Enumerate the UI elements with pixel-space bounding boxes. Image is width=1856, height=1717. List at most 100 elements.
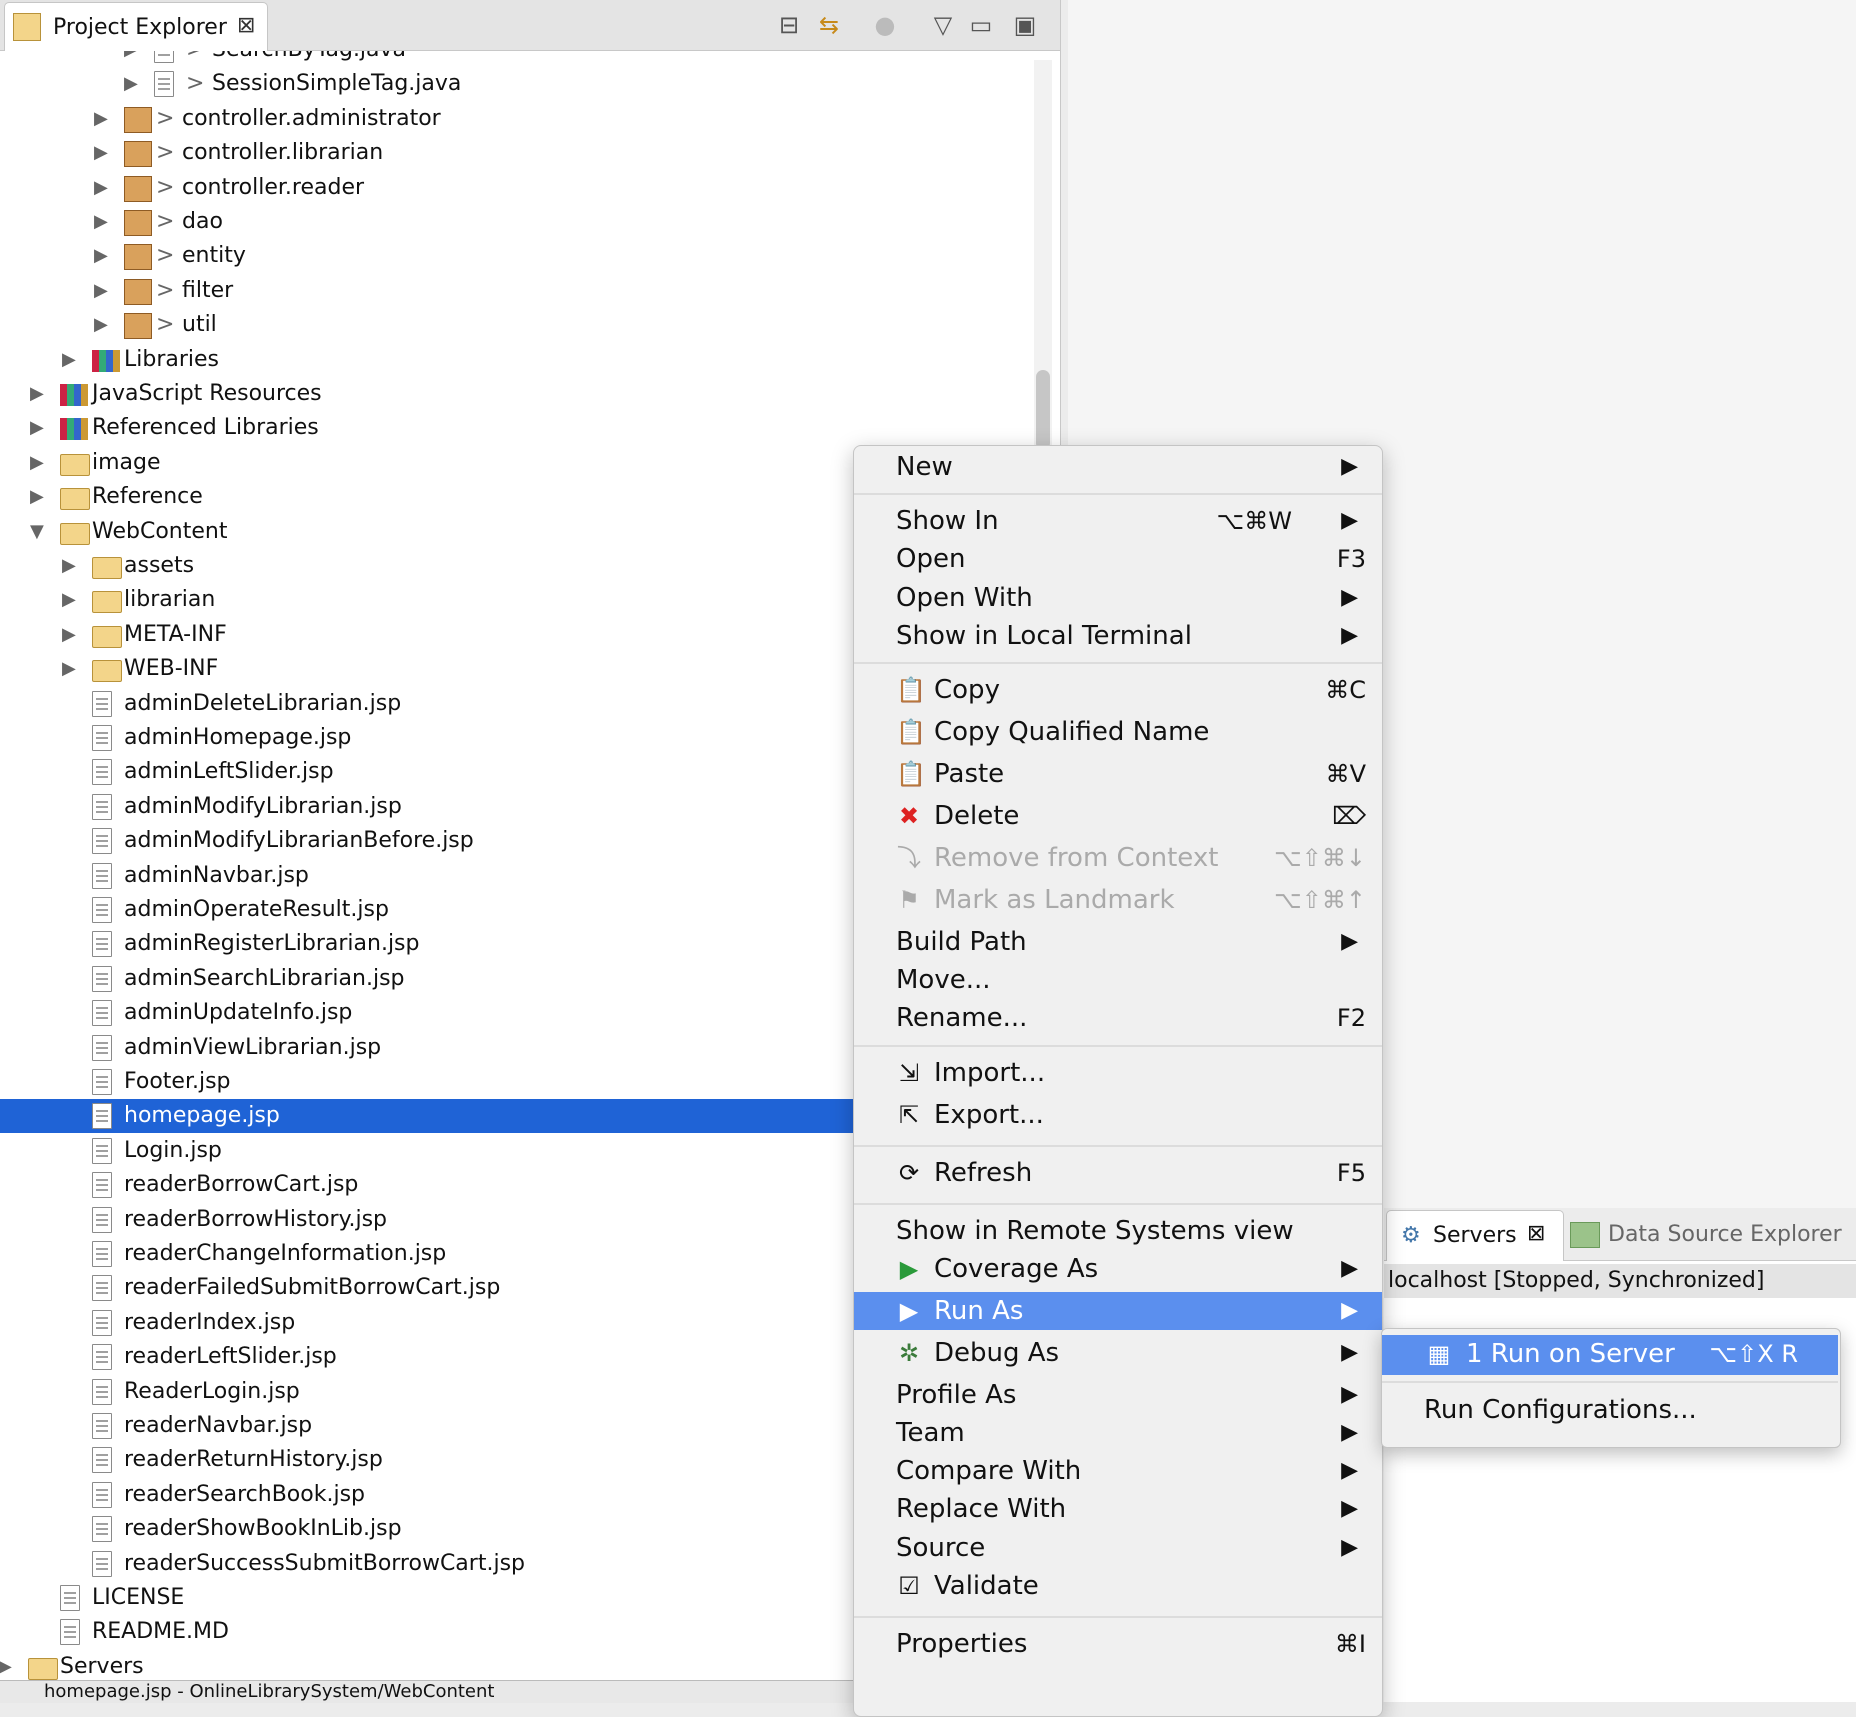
menu-item-show-in-local-terminal[interactable]: Show in Local Terminal ▶	[854, 617, 1382, 655]
debug-icon: ✲	[898, 1338, 920, 1367]
menu-item-label: Source	[896, 1532, 986, 1563]
folder-icon	[28, 1657, 58, 1680]
menu-item-import[interactable]: ⇲ Import...	[854, 1054, 1382, 1092]
menu-item-show-in-remote-systems-view[interactable]: Show in Remote Systems view	[854, 1212, 1382, 1250]
tree-item[interactable]: ▶ > SearchByTag.java	[0, 51, 1040, 67]
tree-item[interactable]: ▶ Libraries	[0, 343, 1040, 377]
expand-arrow-right-icon[interactable]: ▶	[30, 377, 50, 411]
expand-arrow-right-icon[interactable]: ▶	[94, 136, 114, 170]
menu-item-team[interactable]: Team ▶	[854, 1414, 1382, 1452]
menu-item-coverage-as[interactable]: ▶ Coverage As ▶	[854, 1250, 1382, 1288]
menu-separator	[854, 1044, 1382, 1047]
tree-item[interactable]: ▶ JavaScript Resources	[0, 377, 1040, 411]
filter-icon[interactable]: ●	[870, 10, 900, 40]
lib-icon	[92, 349, 120, 372]
decorator-prefix: >	[156, 243, 175, 269]
expand-arrow-right-icon[interactable]: ▶	[0, 1650, 18, 1681]
close-icon[interactable]: ⊠	[1527, 1221, 1545, 1246]
tree-item[interactable]: ▶ > util	[0, 308, 1040, 342]
tree-item[interactable]: ▶ > SessionSimpleTag.java	[0, 67, 1040, 101]
tree-item[interactable]: ▶ > filter	[0, 274, 1040, 308]
decorator-prefix: >	[156, 174, 175, 200]
expand-arrow-right-icon[interactable]: ▶	[30, 480, 50, 514]
expand-arrow-right-icon[interactable]: ▶	[62, 343, 82, 377]
tree-item-label: META-INF	[124, 621, 227, 647]
expand-arrow-right-icon[interactable]: ▶	[94, 239, 114, 273]
menu-item-run-as[interactable]: ▶ Run As ▶	[854, 1291, 1382, 1330]
menu-item-delete[interactable]: ✖ Delete ⌦	[854, 797, 1382, 835]
scrollbar-thumb[interactable]	[1036, 370, 1050, 450]
menu-item-move[interactable]: Move...	[854, 961, 1382, 999]
minimize-icon[interactable]: ▭	[966, 10, 996, 40]
expand-arrow-right-icon[interactable]: ▶	[94, 205, 114, 239]
tree-item[interactable]: ▶ > entity	[0, 239, 1040, 273]
view-menu-icon[interactable]: ▽	[928, 10, 958, 40]
context-menu: New ▶ Show In ⌥⌘W ▶ Open F3 Open With ▶ Show in L…	[853, 445, 1383, 1717]
menu-item-compare-with[interactable]: Compare With ▶	[854, 1452, 1382, 1490]
submenu-item-1-run-on-server[interactable]: ▦ 1 Run on Server ⌥⇧X R	[1382, 1335, 1838, 1375]
tree-item[interactable]: ▶ > controller.reader	[0, 171, 1040, 205]
expand-arrow-right-icon[interactable]: ▶	[94, 171, 114, 205]
servers-tab[interactable]: ⚙ Servers ⊠	[1386, 1210, 1564, 1261]
data-source-explorer-tab[interactable]: Data Source Explorer	[1566, 1214, 1856, 1260]
tree-item-label: Reference	[92, 484, 203, 510]
expand-arrow-right-icon[interactable]: ▶	[30, 446, 50, 480]
expand-arrow-right-icon[interactable]: ▶	[124, 51, 144, 67]
menu-item-validate[interactable]: ☑ Validate	[854, 1567, 1382, 1605]
menu-item-label: Rename...	[896, 1003, 1028, 1034]
menu-item-properties[interactable]: Properties ⌘I	[854, 1625, 1382, 1663]
link-with-editor-icon[interactable]: ⇆	[814, 10, 844, 40]
file-icon	[92, 1344, 112, 1371]
menu-item-shortcut: F3	[1336, 545, 1366, 574]
menu-item-copy-qualified-name[interactable]: 📋 Copy Qualified Name	[854, 713, 1382, 751]
maximize-icon[interactable]: ▣	[1010, 10, 1040, 40]
submenu-item-shortcut: ⌥⇧X R	[1709, 1340, 1798, 1368]
tree-item-label: adminUpdateInfo.jsp	[124, 1000, 353, 1026]
menu-item-show-in[interactable]: Show In ⌥⌘W ▶	[854, 502, 1382, 540]
menu-item-label: Open	[896, 544, 966, 575]
menu-item-build-path[interactable]: Build Path ▶	[854, 923, 1382, 961]
expand-arrow-right-icon[interactable]: ▶	[62, 652, 82, 686]
menu-item-label: Mark as Landmark	[934, 885, 1175, 915]
menu-item-debug-as[interactable]: ✲ Debug As ▶	[854, 1334, 1382, 1372]
server-row[interactable]: localhost [Stopped, Synchronized]	[1384, 1264, 1856, 1298]
menu-item-refresh[interactable]: ⟳ Refresh F5	[854, 1154, 1382, 1192]
tree-item-label: readerLeftSlider.jsp	[124, 1344, 337, 1370]
expand-arrow-right-icon[interactable]: ▶	[124, 67, 144, 101]
project-explorer-tab[interactable]: Project Explorer ⊠	[4, 2, 268, 51]
menu-item-open-with[interactable]: Open With ▶	[854, 579, 1382, 617]
menu-item-paste[interactable]: 📋 Paste ⌘V	[854, 755, 1382, 793]
expand-arrow-right-icon[interactable]: ▶	[94, 102, 114, 136]
close-icon[interactable]: ⊠	[237, 13, 255, 38]
menu-item-source[interactable]: Source ▶	[854, 1529, 1382, 1567]
expand-arrow-right-icon[interactable]: ▶	[30, 411, 50, 445]
expand-arrow-right-icon[interactable]: ▶	[94, 308, 114, 342]
menu-item-replace-with[interactable]: Replace With ▶	[854, 1490, 1382, 1528]
expand-arrow-right-icon[interactable]: ▶	[62, 618, 82, 652]
submenu-arrow-icon: ▶	[1341, 1458, 1358, 1484]
expand-arrow-right-icon[interactable]: ▶	[62, 583, 82, 617]
submenu-item-run-configurations[interactable]: Run Configurations...	[1382, 1391, 1838, 1431]
menu-item-copy[interactable]: 📋 Copy ⌘C	[854, 671, 1382, 709]
tree-item[interactable]: ▶ Referenced Libraries	[0, 411, 1040, 445]
tree-item[interactable]: ▶ > dao	[0, 205, 1040, 239]
file-icon	[92, 793, 112, 820]
decorator-prefix: >	[156, 140, 175, 166]
tree-item[interactable]: ▶ > controller.librarian	[0, 136, 1040, 170]
collapse-all-icon[interactable]: ⊟	[774, 10, 804, 40]
menu-item-label: Copy Qualified Name	[934, 717, 1210, 747]
expand-arrow-down-icon[interactable]: ▼	[30, 515, 50, 549]
expand-arrow-right-icon[interactable]: ▶	[62, 549, 82, 583]
menu-item-profile-as[interactable]: Profile As ▶	[854, 1376, 1382, 1414]
menu-item-open[interactable]: Open F3	[854, 540, 1382, 578]
tree-item[interactable]: ▶ > controller.administrator	[0, 102, 1040, 136]
menu-item-rename[interactable]: Rename... F2	[854, 999, 1382, 1037]
menu-item-label: Replace With	[896, 1494, 1067, 1525]
file-icon	[92, 1481, 112, 1508]
menu-item-export[interactable]: ⇱ Export...	[854, 1096, 1382, 1134]
tree-item-label: readerShowBookInLib.jsp	[124, 1516, 402, 1542]
expand-arrow-right-icon[interactable]: ▶	[94, 274, 114, 308]
tree-item-label: readerChangeInformation.jsp	[124, 1241, 447, 1266]
tree-item-label: controller.reader	[182, 174, 365, 200]
menu-item-new[interactable]: New ▶	[854, 448, 1382, 486]
